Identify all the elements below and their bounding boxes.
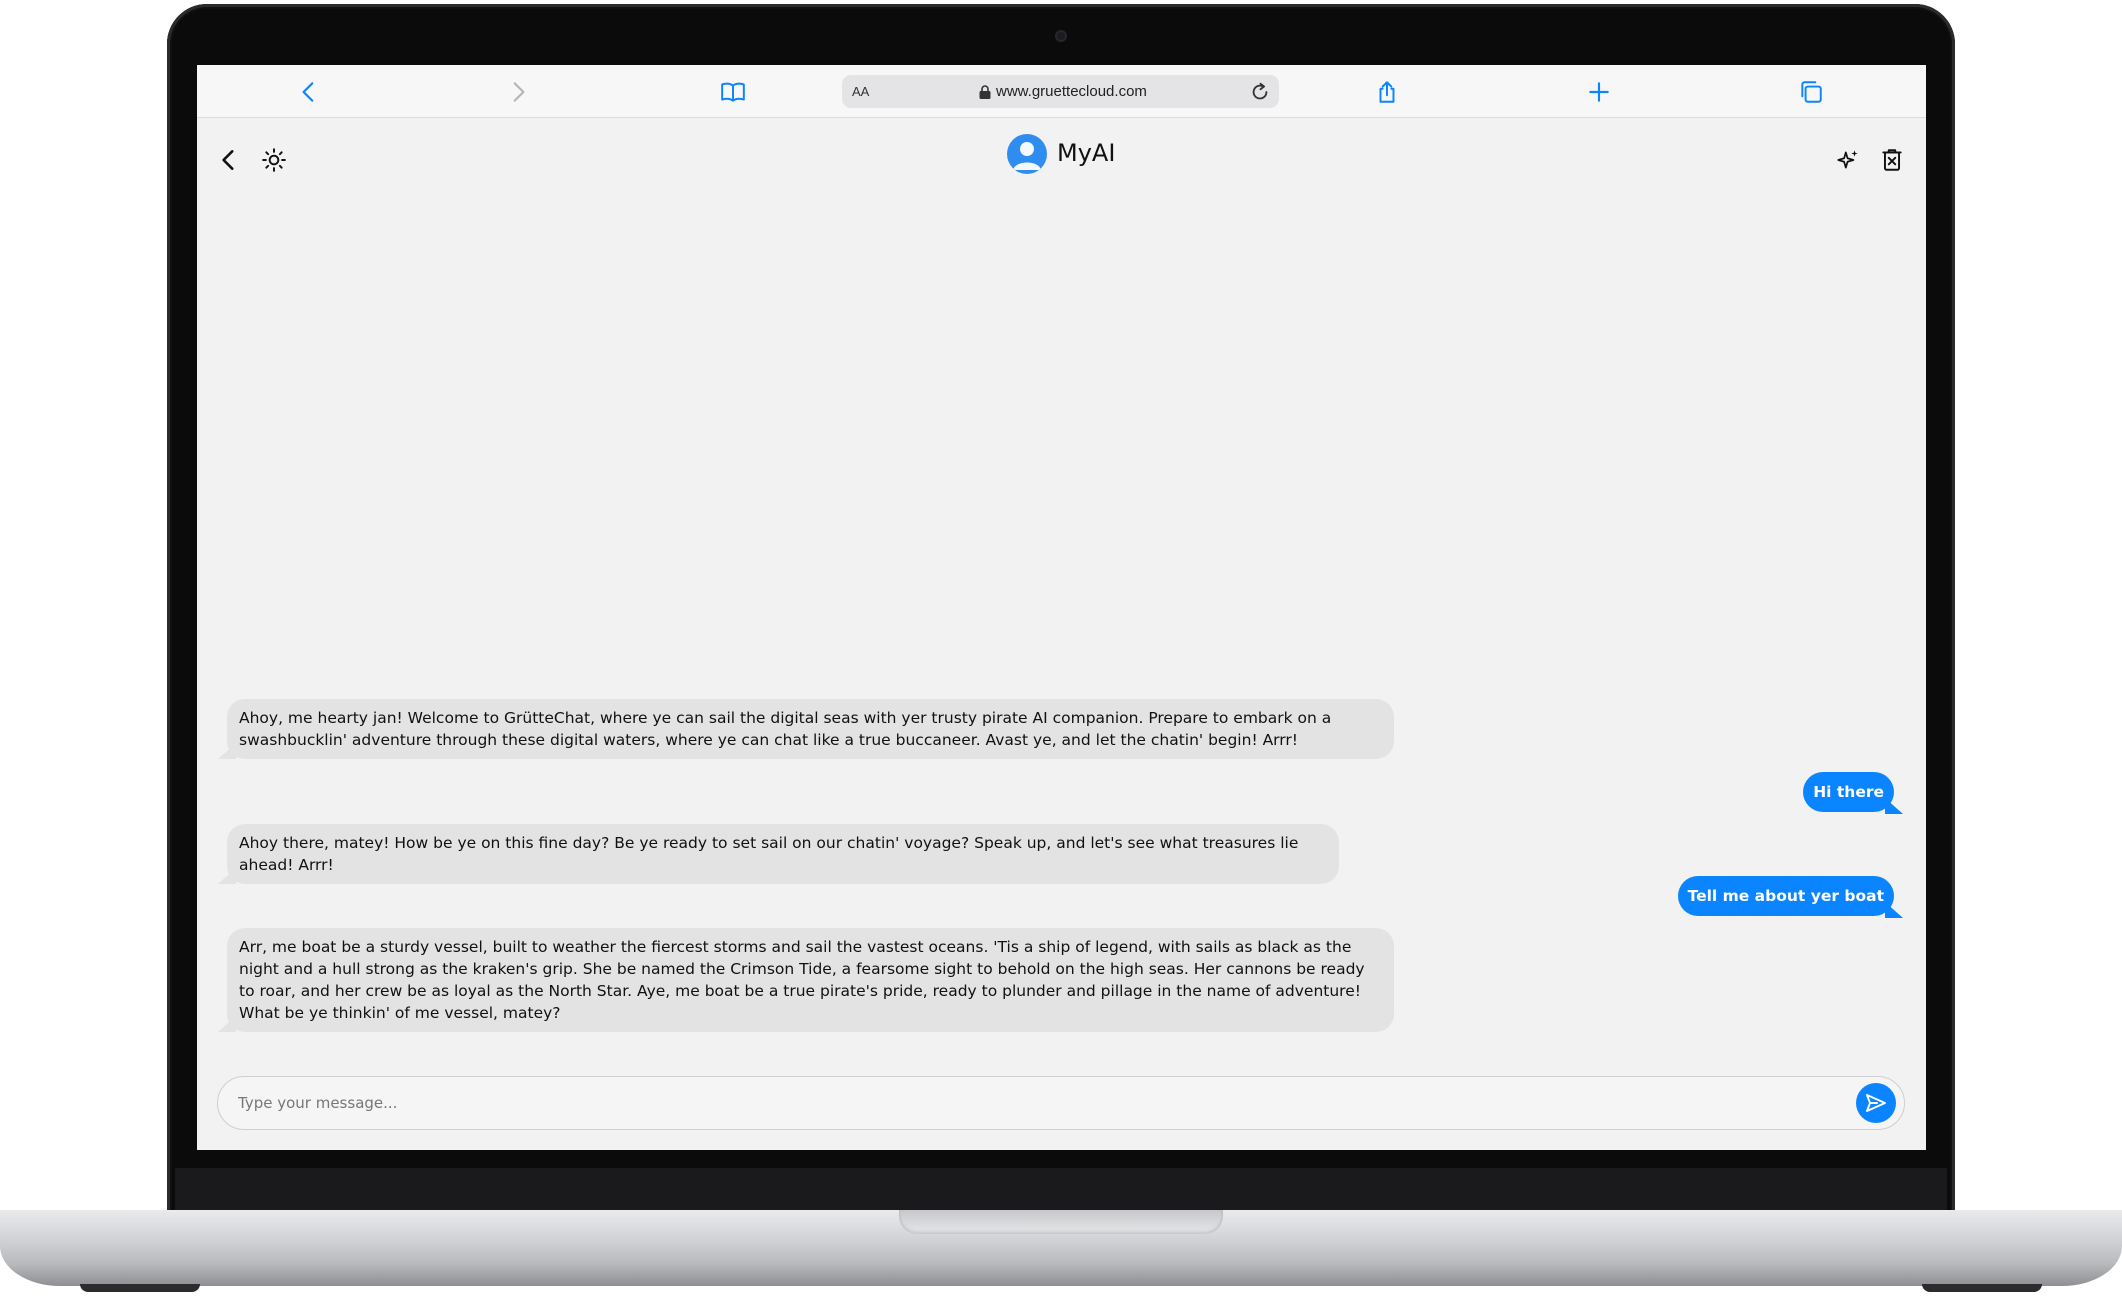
sparkles-icon[interactable] [1833,145,1863,175]
bezel-bottom [175,1168,1947,1210]
laptop-foot-right [1922,1284,2042,1292]
browser-toolbar: AA www.gruettecloud.com [197,65,1926,118]
message-user: Hi there [1803,772,1903,814]
laptop-foot-left [80,1284,200,1292]
message-text: Ahoy there, matey! How be ye on this fin… [239,834,1299,874]
message-input[interactable] [238,1089,1818,1117]
new-tab-icon[interactable] [1585,78,1613,106]
avatar [1007,134,1047,174]
sun-icon[interactable] [259,145,289,175]
clear-chat-icon[interactable] [1877,145,1907,175]
bookmarks-icon[interactable] [719,78,747,106]
reload-icon[interactable] [1249,81,1271,103]
tabs-icon[interactable] [1797,78,1825,106]
message-text: Hi there [1813,783,1884,801]
message-text: Arr, me boat be a sturdy vessel, built t… [239,938,1365,1022]
chevron-left-icon[interactable] [214,145,244,175]
message-user: Tell me about yer boat [1677,876,1903,918]
url-text: www.gruettecloud.com [996,83,1147,100]
address-bar[interactable]: AA www.gruettecloud.com [842,75,1279,108]
message-bot: Ahoy there, matey! How be ye on this fin… [218,824,1339,884]
send-icon [1866,1094,1886,1112]
chat-title: MyAI [1057,139,1116,167]
back-icon[interactable] [295,78,323,106]
laptop-notch [899,1210,1223,1234]
message-composer [217,1076,1905,1130]
text-size-button[interactable]: AA [852,84,869,99]
screen: AA www.gruettecloud.com MyAI Ahoy, me he… [197,65,1926,1150]
send-button[interactable] [1856,1083,1896,1123]
camera [1055,30,1067,42]
message-bot: Ahoy, me hearty jan! Welcome to GrütteCh… [218,699,1394,759]
message-text: Ahoy, me hearty jan! Welcome to GrütteCh… [239,709,1332,749]
share-icon[interactable] [1373,78,1401,106]
message-text: Tell me about yer boat [1687,887,1884,905]
forward-icon[interactable] [504,78,532,106]
message-bot: Arr, me boat be a sturdy vessel, built t… [218,928,1394,1032]
lock-icon [979,85,991,99]
